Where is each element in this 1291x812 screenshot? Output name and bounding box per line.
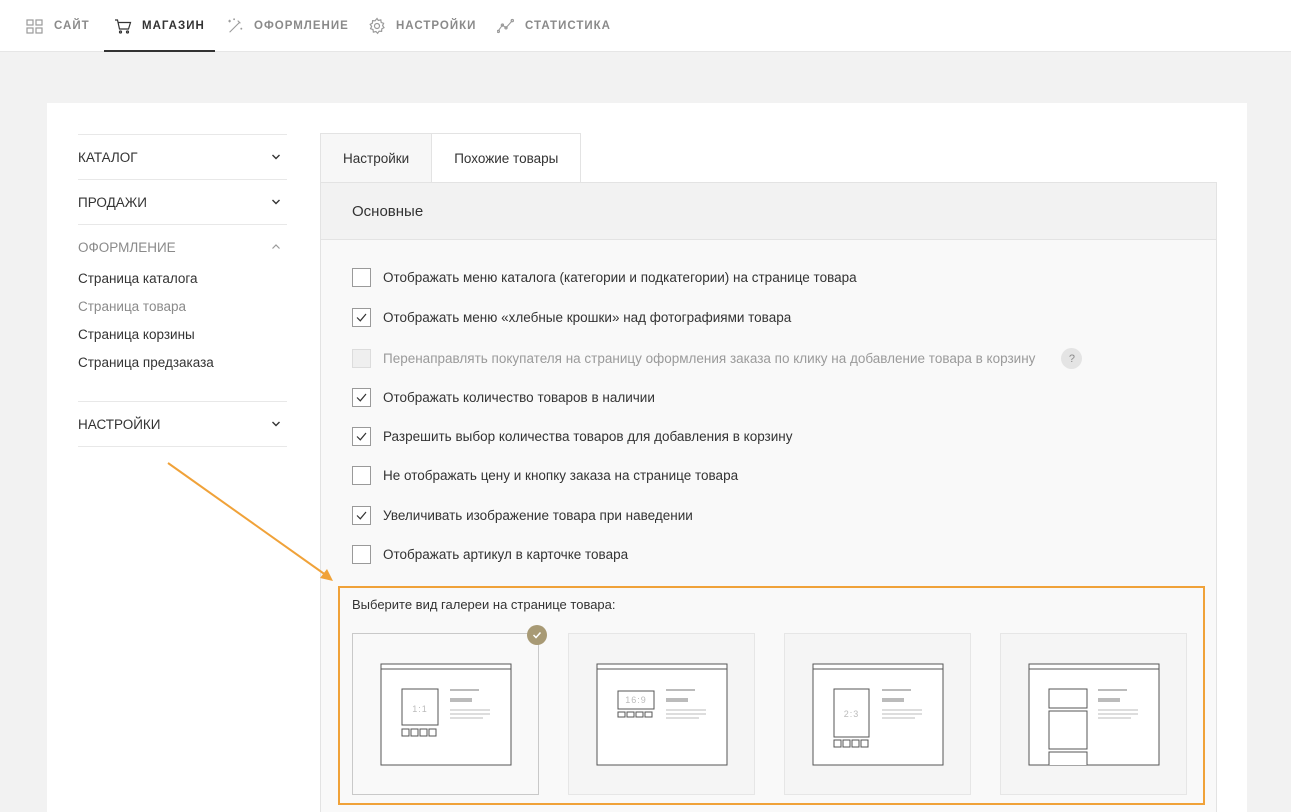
main-panel: Каталог Продажи Оформление Страница ката…: [47, 103, 1247, 812]
gallery-layout-preview: [812, 663, 944, 766]
checkbox[interactable]: [352, 308, 371, 327]
sidebar-item-settings[interactable]: Настройки: [78, 402, 287, 446]
checkbox: [352, 349, 371, 368]
gallery-option-stacked[interactable]: [1000, 633, 1187, 795]
option-show-breadcrumbs[interactable]: Отображать меню «хлебные крошки» над фот…: [352, 308, 791, 327]
gallery-ratio-label: 1:1: [412, 704, 428, 714]
sidebar-subitem-product-page[interactable]: Страница товара: [78, 297, 287, 325]
selected-check-icon: [527, 625, 547, 645]
checkbox[interactable]: [352, 427, 371, 446]
sidebar-item-label: Оформление: [78, 239, 176, 255]
sidebar-subitem-preorder-page[interactable]: Страница предзаказа: [78, 353, 287, 381]
sidebar-item-label: Каталог: [78, 149, 138, 165]
option-show-sku[interactable]: Отображать артикул в карточке товара: [352, 545, 628, 564]
nav-settings[interactable]: Настройки: [368, 0, 476, 52]
sidebar-group-sales: Продажи: [78, 179, 287, 224]
sidebar-item-sales[interactable]: Продажи: [78, 180, 287, 224]
gear-icon: [369, 17, 385, 35]
gallery-option-wide[interactable]: 16:9: [568, 633, 755, 795]
nav-site[interactable]: Сайт: [26, 0, 90, 52]
sidebar-submenu: Страница каталога Страница товара Страни…: [78, 269, 287, 401]
nav-shop-label: Магазин: [142, 20, 205, 32]
sidebar-item-label: Продажи: [78, 194, 147, 210]
option-label: Отображать количество товаров в наличии: [383, 390, 655, 405]
magic-wand-icon: [228, 18, 243, 33]
sidebar-item-design[interactable]: Оформление: [78, 225, 287, 269]
chevron-down-icon: [272, 154, 280, 160]
sidebar-group-design: Оформление Страница каталога Страница то…: [78, 224, 287, 401]
option-show-stock-quantity[interactable]: Отображать количество товаров в наличии: [352, 388, 655, 407]
sidebar-subitem-cart-page[interactable]: Страница корзины: [78, 325, 287, 353]
nav-statistics-label: Статистика: [525, 20, 611, 32]
top-navigation: Сайт Магазин Оформление Настройки Статис…: [0, 0, 1291, 52]
option-allow-quantity-select[interactable]: Разрешить выбор количества товаров для д…: [352, 427, 793, 446]
option-label: Отображать меню «хлебные крошки» над фот…: [383, 310, 792, 325]
nav-statistics[interactable]: Статистика: [497, 0, 611, 52]
gallery-option-portrait[interactable]: 2:3: [784, 633, 971, 795]
section-title: Основные: [321, 183, 1216, 240]
option-zoom-on-hover[interactable]: Увеличивать изображение товара при навед…: [352, 506, 693, 525]
tab-similar-products[interactable]: Похожие товары: [432, 133, 582, 183]
option-label: Разрешить выбор количества товаров для д…: [383, 429, 793, 444]
nav-shop[interactable]: Магазин: [104, 0, 215, 52]
help-icon[interactable]: ?: [1061, 348, 1083, 369]
sidebar-item-label: Настройки: [78, 416, 161, 432]
settings-content: Основные Отображать меню каталога (катег…: [320, 182, 1217, 812]
grid-icon: [26, 19, 43, 34]
option-hide-price[interactable]: Не отображать цену и кнопку заказа на ст…: [352, 466, 738, 485]
sidebar-item-catalog[interactable]: Каталог: [78, 135, 287, 179]
option-label: Увеличивать изображение товара при навед…: [383, 508, 693, 523]
chevron-down-icon: [272, 199, 280, 205]
checkmark-icon: [356, 313, 367, 322]
checkmark-icon: [356, 393, 367, 402]
gallery-layout-preview: [596, 663, 728, 766]
line-chart-icon: [497, 18, 515, 34]
option-label: Отображать меню каталога (категории и по…: [383, 270, 857, 285]
gallery-layout-preview: [1028, 663, 1160, 766]
gallery-option-square[interactable]: 1:1: [352, 625, 547, 795]
gallery-ratio-label: 16:9: [625, 695, 647, 705]
checkmark-icon: [356, 511, 367, 520]
nav-settings-label: Настройки: [396, 20, 477, 32]
checkbox[interactable]: [352, 466, 371, 485]
option-label: Перенаправлять покупателя на страницу оф…: [383, 351, 1036, 366]
checkmark-icon: [356, 432, 367, 441]
chevron-down-icon: [272, 421, 280, 427]
option-label: Не отображать цену и кнопку заказа на ст…: [383, 468, 739, 483]
sidebar-subitem-catalog-page[interactable]: Страница каталога: [78, 269, 287, 297]
chevron-up-icon: [272, 244, 280, 249]
nav-design[interactable]: Оформление: [226, 0, 349, 52]
gallery-selector: Выберите вид галереи на странице товара:…: [338, 586, 1205, 805]
tab-settings[interactable]: Настройки: [320, 133, 433, 183]
option-show-catalog-menu[interactable]: Отображать меню каталога (категории и по…: [352, 268, 857, 287]
gallery-ratio-label: 2:3: [843, 709, 860, 719]
checkbox[interactable]: [352, 506, 371, 525]
gallery-label: Выберите вид галереи на странице товара:: [352, 597, 616, 612]
sidebar: Каталог Продажи Оформление Страница ката…: [78, 134, 287, 447]
gallery-layout-preview: [380, 663, 512, 766]
tab-bar: Настройки Похожие товары: [320, 133, 582, 183]
cart-icon: [115, 19, 132, 34]
sidebar-group-catalog: Каталог: [78, 134, 287, 179]
option-label: Отображать артикул в карточке товара: [383, 547, 629, 562]
nav-design-label: Оформление: [254, 20, 349, 32]
sidebar-group-settings: Настройки: [78, 401, 287, 447]
nav-site-label: Сайт: [54, 20, 90, 32]
option-redirect-to-checkout: Перенаправлять покупателя на страницу оф…: [352, 348, 1083, 369]
checkbox[interactable]: [352, 545, 371, 564]
checkbox[interactable]: [352, 268, 371, 287]
checkbox[interactable]: [352, 388, 371, 407]
